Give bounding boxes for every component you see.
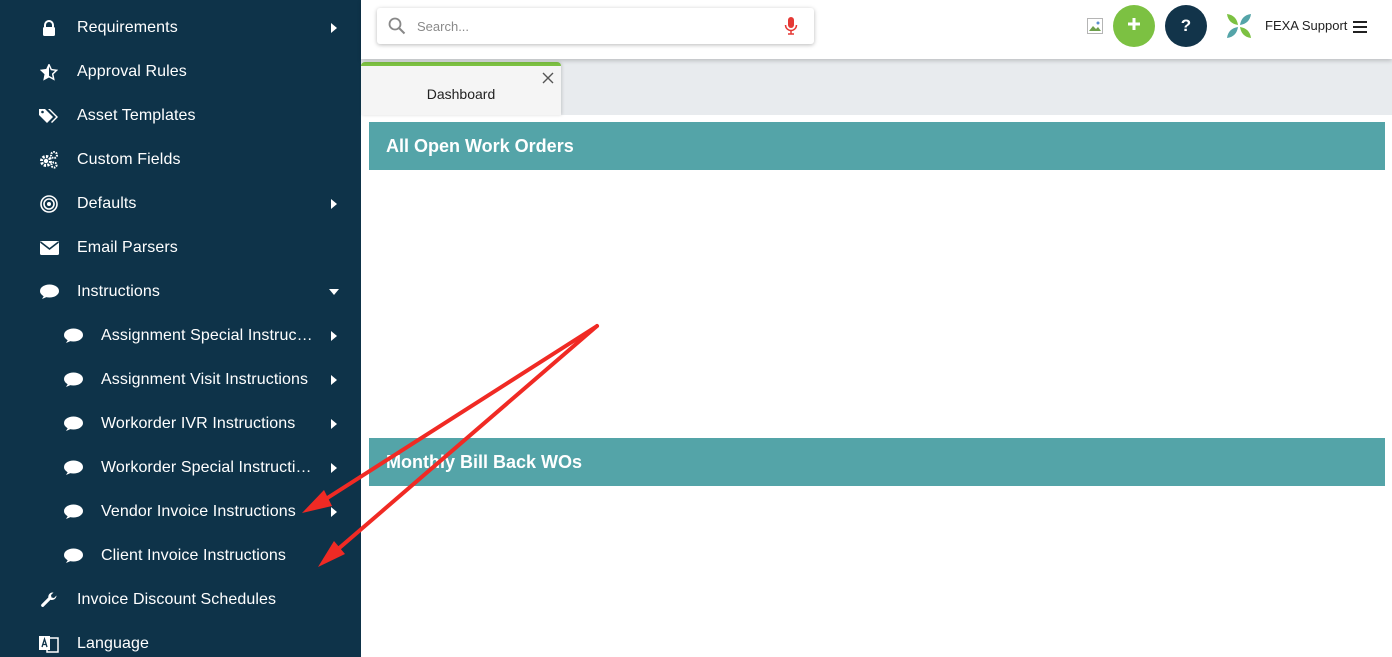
search-input[interactable] <box>417 15 767 37</box>
tab-label: Dashboard <box>426 86 496 102</box>
target-icon <box>38 193 60 215</box>
sidebar-item-instructions[interactable]: Instructions <box>0 270 361 314</box>
help-label: ? <box>1180 16 1192 35</box>
sidebar-item-language[interactable]: Language <box>0 622 361 657</box>
sidebar-item-client-invoice-instructions[interactable]: Client Invoice Instructions <box>0 534 361 578</box>
sidebar-item-label: Workorder IVR Instructions <box>101 415 296 432</box>
envelope-icon <box>38 237 60 259</box>
lock-icon <box>38 17 60 39</box>
comment-icon <box>62 457 84 479</box>
sidebar-item-label: Custom Fields <box>77 151 181 168</box>
sidebar-item-label: Approval Rules <box>77 63 187 80</box>
panel-header-monthly-bill-back: Monthly Bill Back WOs <box>369 438 1385 486</box>
tab-dashboard[interactable]: Dashboard <box>361 62 561 115</box>
panel-title: Monthly Bill Back WOs <box>386 452 583 472</box>
sidebar-item-approval-rules[interactable]: Approval Rules <box>0 50 361 94</box>
sidebar-item-label: Instructions <box>77 283 161 300</box>
sidebar-item-email-parsers[interactable]: Email Parsers <box>0 226 361 270</box>
microphone-icon[interactable] <box>784 17 798 35</box>
search-box <box>377 8 814 44</box>
broken-image-icon <box>1087 18 1103 34</box>
sidebar-item-defaults[interactable]: Defaults <box>0 182 361 226</box>
comment-icon <box>38 281 60 303</box>
sidebar-item-label: Workorder Special Instructions <box>101 459 317 476</box>
caret-right-icon <box>329 463 339 473</box>
caret-right-icon <box>329 419 339 429</box>
sidebar-item-custom-fields[interactable]: Custom Fields <box>0 138 361 182</box>
caret-right-icon <box>329 23 339 33</box>
caret-right-icon <box>329 199 339 209</box>
plus-icon <box>1127 17 1141 36</box>
sidebar-item-asset-templates[interactable]: Asset Templates <box>0 94 361 138</box>
sidebar-item-requirements[interactable]: Requirements <box>0 6 361 50</box>
wrench-icon <box>38 589 60 611</box>
user-name[interactable]: FEXA Support <box>1265 18 1347 33</box>
comment-icon <box>62 413 84 435</box>
caret-right-icon <box>329 331 339 341</box>
caret-right-icon <box>329 375 339 385</box>
sidebar-item-assignment-special-instructions[interactable]: Assignment Special Instructions <box>0 314 361 358</box>
sidebar-item-assignment-visit-instructions[interactable]: Assignment Visit Instructions <box>0 358 361 402</box>
top-bar: ? FEXA Support <box>361 0 1392 59</box>
tags-icon <box>38 105 60 127</box>
sidebar-item-vendor-invoice-instructions[interactable]: Vendor Invoice Instructions <box>0 490 361 534</box>
caret-down-icon <box>329 287 339 297</box>
comment-icon <box>62 369 84 391</box>
caret-right-icon <box>329 507 339 517</box>
help-button[interactable]: ? <box>1165 5 1207 47</box>
star-half-icon <box>38 61 60 83</box>
search-icon[interactable] <box>388 17 406 35</box>
sidebar-item-label: Vendor Invoice Instructions <box>101 503 296 520</box>
sidebar-item-label: Invoice Discount Schedules <box>77 591 277 608</box>
comment-icon <box>62 545 84 567</box>
sidebar-item-invoice-discount-schedules[interactable]: Invoice Discount Schedules <box>0 578 361 622</box>
sidebar-item-label: Assignment Special Instructions <box>101 327 317 344</box>
panel-title: All Open Work Orders <box>386 136 574 156</box>
sidebar-item-label: Language <box>77 635 149 652</box>
comment-icon <box>62 325 84 347</box>
panel-header-all-open-work-orders: All Open Work Orders <box>369 122 1385 170</box>
sidebar-item-label: Defaults <box>77 195 137 212</box>
sidebar: Requirements Approval Rules Asset Templa… <box>0 0 361 657</box>
fexa-logo-icon <box>1226 13 1252 39</box>
language-icon <box>38 633 60 655</box>
sidebar-item-label: Requirements <box>77 19 178 36</box>
tab-strip: Dashboard <box>361 59 1392 115</box>
close-icon[interactable] <box>542 71 554 84</box>
sidebar-item-label: Client Invoice Instructions <box>101 547 287 564</box>
sidebar-item-label: Email Parsers <box>77 239 178 256</box>
gears-icon <box>38 149 60 171</box>
sidebar-item-workorder-ivr-instructions[interactable]: Workorder IVR Instructions <box>0 402 361 446</box>
add-button[interactable] <box>1113 5 1155 47</box>
sidebar-item-workorder-special-instructions[interactable]: Workorder Special Instructions <box>0 446 361 490</box>
hamburger-menu-icon[interactable] <box>1353 20 1367 33</box>
comment-icon <box>62 501 84 523</box>
sidebar-item-label: Asset Templates <box>77 107 196 124</box>
sidebar-item-label: Assignment Visit Instructions <box>101 371 309 388</box>
